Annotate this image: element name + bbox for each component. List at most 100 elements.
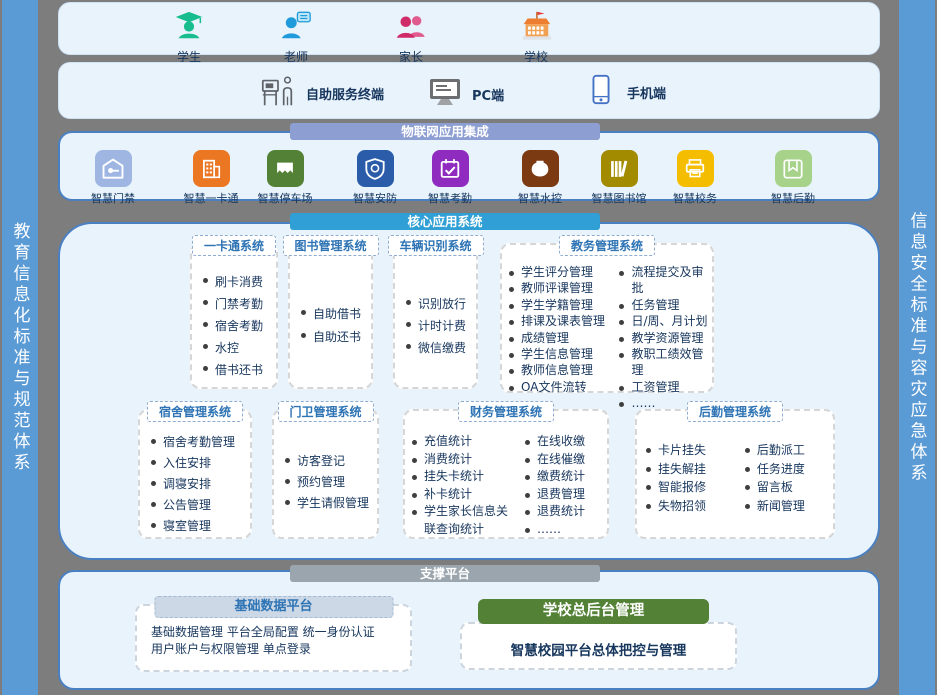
terminal-item-pc: PC端 bbox=[427, 74, 504, 114]
system-box-vehicle: 车辆识别系统 识别放行 计时计费 微信缴费 bbox=[393, 243, 478, 389]
door-lock-icon bbox=[95, 150, 132, 187]
list-item: 在线收缴 bbox=[524, 433, 603, 451]
list-item: 任务管理 bbox=[618, 297, 708, 313]
parents-icon bbox=[394, 28, 428, 47]
system-title: 宿舍管理系统 bbox=[147, 401, 243, 422]
terminal-item-kiosk: 自助服务终端 bbox=[259, 72, 384, 114]
list-item: 自助还书 bbox=[300, 326, 367, 349]
list-item: 流程提交及审批 bbox=[618, 264, 708, 297]
core-section-header: 核心应用系统 bbox=[290, 213, 600, 230]
system-item-list: 卡片挂失 挂失解挂 智能报修 失物招领 bbox=[637, 441, 736, 515]
list-item: 计时计费 bbox=[405, 315, 472, 337]
system-item-list: 充值统计 消费统计 挂失卡统计 补卡统计 学生家长信息关联查询统计 bbox=[405, 433, 518, 538]
list-item: 任务进度 bbox=[744, 460, 829, 479]
list-item: 智能报修 bbox=[645, 478, 732, 497]
system-title: 后勤管理系统 bbox=[687, 401, 783, 422]
system-columns: 充值统计 消费统计 挂失卡统计 补卡统计 学生家长信息关联查询统计 在线收缴 在… bbox=[405, 411, 607, 538]
list-item: …… bbox=[524, 521, 603, 539]
teacher-icon bbox=[279, 28, 313, 47]
system-item-list: 宿舍考勤管理 入住安排 调寝安排 公告管理 寝室管理 bbox=[140, 411, 250, 537]
left-standards-sidebar: 教育信息化标准与规范体系 bbox=[2, 0, 38, 695]
iot-label: 智慧图书馆 bbox=[581, 190, 657, 206]
printer-icon bbox=[677, 150, 714, 187]
list-item: 宿舍考勤 bbox=[202, 315, 272, 337]
iot-item-access: 智慧门禁 bbox=[75, 150, 151, 206]
school-admin-description: 智慧校园平台总体把控与管理 bbox=[462, 624, 735, 659]
right-security-sidebar: 信息安全标准与容灾应急体系 bbox=[899, 0, 935, 695]
support-panel: 基础数据平台 基础数据管理 平台全局配置 统一身份认证 用户账户与权限管理 单点… bbox=[58, 570, 880, 690]
list-item: 后勤派工 bbox=[744, 441, 829, 460]
list-item: 门禁考勤 bbox=[202, 293, 272, 315]
system-box-logistics: 后勤管理系统 卡片挂失 挂失解挂 智能报修 失物招领 后勤派工 任务进度 留言板… bbox=[635, 409, 835, 539]
iot-label: 智慧后勤 bbox=[755, 190, 831, 206]
iot-label: 智慧安防 bbox=[337, 190, 413, 206]
list-item: 水控 bbox=[202, 337, 272, 359]
list-item: 预约管理 bbox=[284, 472, 373, 493]
user-item-parents: 家长 bbox=[376, 9, 446, 65]
iot-label: 智慧考勤 bbox=[412, 190, 488, 206]
parking-card-icon bbox=[267, 150, 304, 187]
system-box-onecard: 一卡通系统 刷卡消费 门禁考勤 宿舍考勤 水控 借书还书 bbox=[190, 243, 278, 389]
list-item: 访客登记 bbox=[284, 451, 373, 472]
system-title: 一卡通系统 bbox=[192, 235, 276, 256]
iot-item-library: 智慧图书馆 bbox=[581, 150, 657, 206]
smart-campus-architecture-diagram: 教育信息化标准与规范体系 信息安全标准与容灾应急体系 学生 bbox=[0, 0, 937, 695]
list-item: 在线催缴 bbox=[524, 451, 603, 469]
list-item: 调寝安排 bbox=[150, 474, 246, 495]
system-box-academic: 教务管理系统 学生评分管理 教师评课管理 学生学籍管理 排课及课表管理 成绩管理… bbox=[500, 243, 714, 393]
list-item: 入住安排 bbox=[150, 453, 246, 474]
user-item-student: 学生 bbox=[154, 9, 224, 65]
list-item: 退费统计 bbox=[524, 503, 603, 521]
iot-item-attendance: 智慧考勤 bbox=[412, 150, 488, 206]
list-item: 公告管理 bbox=[150, 495, 246, 516]
terminal-label: 手机端 bbox=[627, 83, 666, 102]
student-icon bbox=[172, 28, 206, 47]
iot-item-parking: 智慧停车场 bbox=[247, 150, 323, 206]
support-section-header: 支撑平台 bbox=[290, 565, 600, 582]
desktop-icon bbox=[427, 74, 463, 114]
list-item: 挂失解挂 bbox=[645, 460, 732, 479]
system-item-list: 访客登记 预约管理 学生请假管理 bbox=[274, 411, 377, 514]
list-item: 微信缴费 bbox=[405, 337, 472, 359]
iot-section-header: 物联网应用集成 bbox=[290, 123, 600, 140]
list-item: 教师评课管理 bbox=[508, 280, 608, 296]
system-title: 门卫管理系统 bbox=[277, 401, 373, 422]
system-box-gatekeeper: 门卫管理系统 访客登记 预约管理 学生请假管理 bbox=[272, 409, 379, 539]
system-box-dormitory: 宿舍管理系统 宿舍考勤管理 入住安排 调寝安排 公告管理 寝室管理 bbox=[138, 409, 252, 539]
list-item: 缴费统计 bbox=[524, 468, 603, 486]
iot-label: 智慧门禁 bbox=[75, 190, 151, 206]
system-box-finance: 财务管理系统 充值统计 消费统计 挂失卡统计 补卡统计 学生家长信息关联查询统计… bbox=[403, 409, 609, 539]
terminals-panel: 自助服务终端 PC端 手机端 bbox=[58, 62, 880, 119]
list-item: 日/周、月计划 bbox=[618, 313, 708, 329]
list-item: 退费管理 bbox=[524, 486, 603, 504]
iot-label: 智慧水控 bbox=[502, 190, 578, 206]
list-item: 学生信息管理 bbox=[508, 346, 608, 362]
system-title: 财务管理系统 bbox=[458, 401, 554, 422]
system-title: 图书管理系统 bbox=[282, 235, 378, 256]
terminal-label: 自助服务终端 bbox=[306, 84, 384, 103]
list-item: 识别放行 bbox=[405, 293, 472, 315]
list-item: 刷卡消费 bbox=[202, 271, 272, 293]
iot-item-onecard: 智慧一卡通 bbox=[173, 150, 249, 206]
list-item: 学生请假管理 bbox=[284, 493, 373, 514]
list-item: 学生家长信息关联查询统计 bbox=[411, 503, 514, 538]
shield-icon bbox=[357, 150, 394, 187]
water-jar-icon bbox=[522, 150, 559, 187]
list-item: OA文件流转 bbox=[508, 379, 608, 395]
list-item: 自助借书 bbox=[300, 303, 367, 326]
system-item-list: 流程提交及审批 任务管理 日/周、月计划 教学资源管理 教职工绩效管理 工资管理… bbox=[612, 264, 712, 412]
list-item: 学生学籍管理 bbox=[508, 297, 608, 313]
system-item-list: 后勤派工 任务进度 留言板 新闻管理 bbox=[736, 441, 833, 515]
base-data-platform-box: 基础数据平台 基础数据管理 平台全局配置 统一身份认证 用户账户与权限管理 单点… bbox=[135, 604, 412, 672]
base-data-platform-title: 基础数据平台 bbox=[154, 596, 393, 618]
user-item-school: 学校 bbox=[501, 9, 571, 65]
system-title: 教务管理系统 bbox=[559, 235, 655, 256]
iot-panel: 智慧门禁 智慧一卡通 智慧停车场 bbox=[58, 131, 880, 201]
base-platform-line: 基础数据管理 平台全局配置 统一身份认证 bbox=[151, 624, 410, 641]
list-item: 挂失卡统计 bbox=[411, 468, 514, 486]
building-icon bbox=[193, 150, 230, 187]
list-item: 失物招领 bbox=[645, 497, 732, 516]
system-title: 车辆识别系统 bbox=[387, 235, 483, 256]
system-item-list: 学生评分管理 教师评课管理 学生学籍管理 排课及课表管理 成绩管理 学生信息管理… bbox=[502, 264, 612, 412]
system-item-list: 刷卡消费 门禁考勤 宿舍考勤 水控 借书还书 bbox=[192, 245, 276, 381]
